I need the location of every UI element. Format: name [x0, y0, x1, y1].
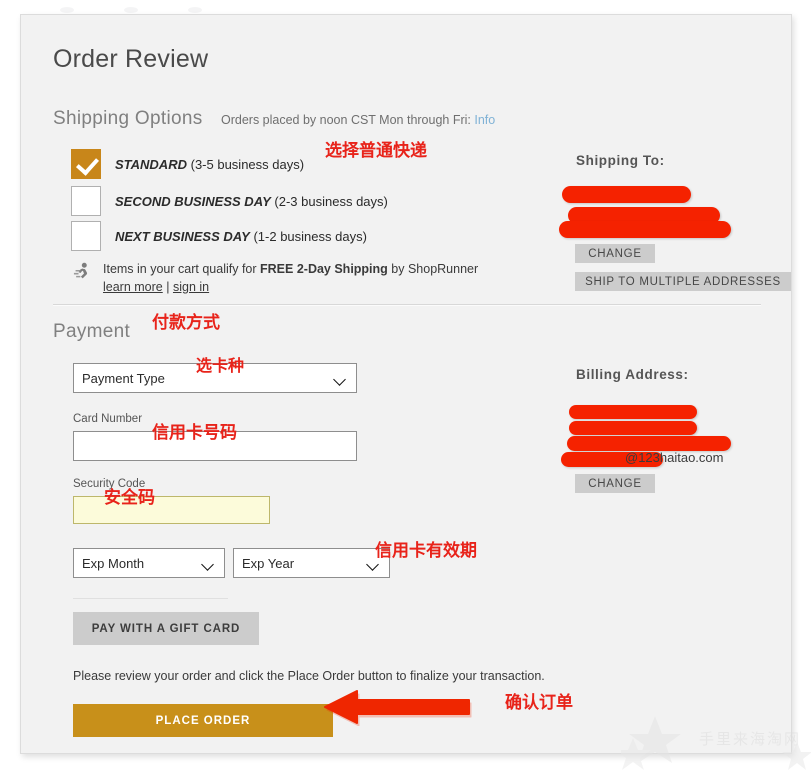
shoprunner-runner-icon: [73, 262, 88, 279]
shipping-option-standard[interactable]: STANDARD (3-5 business days): [71, 149, 304, 179]
shipping-option-label: SECOND BUSINESS DAY (2-3 business days): [115, 194, 388, 209]
shoprunner-link-separator: |: [166, 280, 170, 295]
star-icon: [615, 716, 811, 770]
red-arrow-annotation: [324, 690, 472, 726]
shoprunner-sign-in-link[interactable]: sign in: [173, 280, 209, 294]
shipping-option-next-business-day[interactable]: NEXT BUSINESS DAY (1-2 business days): [71, 221, 367, 251]
billing-address-heading: Billing Address:: [576, 367, 689, 382]
shoprunner-text-bold: FREE 2-Day Shipping: [260, 262, 388, 276]
shipping-option-second-business-day[interactable]: SECOND BUSINESS DAY (2-3 business days): [71, 186, 388, 216]
ship-to-multiple-addresses-button[interactable]: SHIP TO MULTIPLE ADDRESSES: [575, 272, 791, 291]
shipping-info-link[interactable]: Info: [474, 113, 495, 127]
shipping-option-name: STANDARD: [115, 156, 187, 172]
annotation-shipping: 选择普通快递: [325, 141, 427, 161]
shipping-option-name: SECOND BUSINESS DAY: [115, 193, 271, 209]
annotation-place-order: 确认订单: [505, 693, 573, 713]
checkbox-next-business-day[interactable]: [71, 221, 101, 251]
redacted-shipping-line-1: [562, 186, 691, 203]
exp-month-value: Exp Month: [82, 555, 145, 571]
chevron-down-icon: [203, 560, 214, 566]
section-divider: [53, 304, 761, 306]
change-shipping-address-button[interactable]: CHANGE: [575, 244, 655, 263]
checkbox-standard[interactable]: [71, 149, 101, 179]
card-number-label: Card Number: [73, 413, 143, 425]
exp-month-select[interactable]: Exp Month: [73, 548, 225, 578]
shoprunner-promo: Items in your cart qualify for FREE 2-Da…: [71, 260, 478, 296]
redacted-billing-line-3: [567, 436, 731, 451]
shoprunner-links: learn more | sign in: [103, 278, 478, 296]
order-review-card: Order Review Shipping Options Orders pla…: [20, 14, 811, 770]
annotation-card-type: 选卡种: [196, 356, 245, 375]
shipping-cutoff-text: Orders placed by noon CST Mon through Fr…: [221, 113, 471, 127]
annotation-card-number: 信用卡号码: [152, 423, 237, 443]
shoprunner-text-after: by ShopRunner: [387, 262, 479, 276]
pay-with-gift-card-button[interactable]: PAY WITH A GIFT CARD: [73, 612, 259, 645]
shoprunner-learn-more-link[interactable]: learn more: [103, 280, 163, 294]
shoprunner-message: Items in your cart qualify for FREE 2-Da…: [103, 260, 478, 278]
page-title: Order Review: [53, 45, 209, 73]
annotation-expiry: 信用卡有效期: [375, 541, 477, 561]
redacted-shipping-line-3: [559, 221, 731, 238]
watermark-text: 手里来海淘网: [699, 730, 802, 748]
change-billing-address-button[interactable]: CHANGE: [575, 474, 655, 493]
billing-email-partial: @123haitao.com: [625, 450, 724, 465]
gift-card-divider: [73, 598, 228, 599]
security-code-input[interactable]: [73, 496, 270, 524]
place-order-button[interactable]: PLACE ORDER: [73, 704, 333, 737]
shipping-option-detail: (1-2 business days): [253, 228, 367, 244]
shipping-option-label: NEXT BUSINESS DAY (1-2 business days): [115, 229, 367, 244]
redacted-billing-line-1: [569, 405, 697, 419]
payment-type-value: Payment Type: [82, 370, 165, 386]
shoprunner-text: Items in your cart qualify for FREE 2-Da…: [103, 260, 478, 296]
annotation-security-code: 安全码: [104, 488, 155, 508]
clipped-top-content: [60, 0, 360, 13]
shipping-option-detail: (3-5 business days): [190, 156, 305, 172]
exp-year-select[interactable]: Exp Year: [233, 548, 390, 578]
payment-heading: Payment: [53, 321, 131, 342]
annotation-payment: 付款方式: [152, 313, 220, 333]
shoprunner-text-before: Items in your cart qualify for: [103, 262, 261, 276]
redacted-billing-line-2: [569, 421, 697, 435]
exp-year-value: Exp Year: [242, 555, 295, 571]
site-watermark: 手里来海淘网: [615, 712, 811, 772]
shipping-to-heading: Shipping To:: [576, 153, 665, 168]
shipping-option-detail: (2-3 business days): [274, 193, 388, 209]
shipping-option-label: STANDARD (3-5 business days): [115, 157, 304, 172]
order-review-instruction: Please review your order and click the P…: [73, 669, 545, 683]
shipping-options-heading: Shipping Options: [53, 108, 203, 129]
chevron-down-icon: [335, 375, 346, 381]
shipping-cutoff-note: Orders placed by noon CST Mon through Fr…: [221, 113, 495, 127]
shipping-option-name: NEXT BUSINESS DAY: [115, 228, 250, 244]
checkbox-second-business-day[interactable]: [71, 186, 101, 216]
checkout-page: Order Review Shipping Options Orders pla…: [0, 0, 811, 773]
